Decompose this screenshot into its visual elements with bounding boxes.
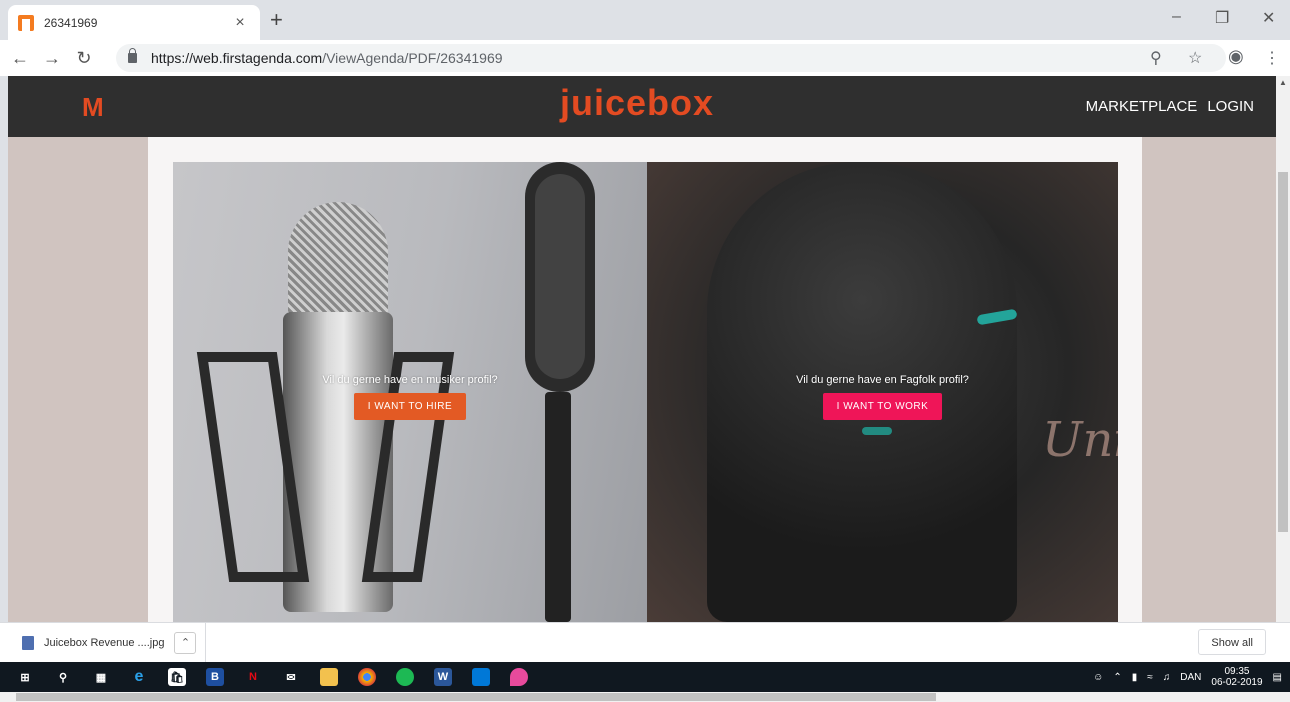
url-path: /ViewAgenda/PDF/26341969: [322, 50, 503, 66]
volume-icon[interactable]: ♫: [1163, 672, 1171, 683]
wifi-icon[interactable]: ≈: [1147, 672, 1153, 683]
web-page: M juicebox MARKETPLACE LOGIN Vil du gern…: [8, 76, 1276, 622]
browser-tab[interactable]: 26341969 ×: [8, 5, 260, 40]
forward-icon[interactable]: →: [40, 48, 64, 69]
nav-links: MARKETPLACE LOGIN: [1086, 98, 1254, 115]
clock-time: 09:35: [1224, 666, 1250, 677]
work-panel: Uni Vil du gerne have en Fagfolk profil?…: [647, 162, 1118, 622]
reload-icon[interactable]: ↻: [72, 48, 96, 69]
word-icon[interactable]: W: [434, 668, 452, 686]
download-item[interactable]: Juicebox Revenue ....jpg ⌃: [22, 632, 197, 654]
app-icon[interactable]: [472, 668, 490, 686]
scroll-up-icon[interactable]: ▲: [1279, 78, 1287, 87]
file-explorer-icon[interactable]: [320, 668, 338, 686]
spotify-icon[interactable]: [396, 668, 414, 686]
netflix-icon[interactable]: N: [244, 668, 262, 686]
battery-icon[interactable]: ▮: [1132, 672, 1138, 683]
language-indicator[interactable]: DAN: [1180, 672, 1201, 683]
windows-start-icon[interactable]: ⊞: [16, 668, 34, 686]
browser-toolbar: ← → ↻ https://web.firstagenda.com/ViewAg…: [0, 40, 1290, 76]
edge-icon[interactable]: e: [130, 668, 148, 686]
divider: [205, 623, 206, 663]
horizontal-scrollbar[interactable]: [0, 692, 1290, 702]
booking-icon[interactable]: B: [206, 668, 224, 686]
scrollbar-thumb[interactable]: [1278, 172, 1288, 532]
site-navbar: M juicebox MARKETPLACE LOGIN: [8, 76, 1276, 137]
search-icon[interactable]: ⚲: [54, 668, 72, 686]
pop-filter-inner: [535, 174, 585, 379]
task-view-icon[interactable]: ▦: [92, 668, 110, 686]
brand-logo[interactable]: juicebox: [560, 82, 714, 124]
background-neon-sign: Uni: [1042, 412, 1118, 468]
address-bar[interactable]: https://web.firstagenda.com/ViewAgenda/P…: [116, 44, 1226, 72]
chevron-up-tray-icon[interactable]: ⌃: [1113, 672, 1121, 683]
tab-strip: 26341969 × + – ❐ ✕: [0, 0, 1290, 40]
url-host: https://web.firstagenda.com: [151, 50, 323, 66]
favicon-icon: [18, 14, 34, 31]
download-file-name[interactable]: Juicebox Revenue ....jpg: [44, 637, 164, 649]
maps-icon[interactable]: [510, 668, 528, 686]
zoom-icon[interactable]: ⚲: [1150, 48, 1162, 68]
menu-icon[interactable]: ⋮: [1264, 48, 1280, 68]
hire-button[interactable]: I WANT TO HIRE: [353, 393, 467, 420]
mic-arm-image: [545, 392, 571, 622]
people-icon[interactable]: ☺: [1093, 672, 1103, 683]
work-cta: Vil du gerne have en Fagfolk profil? I W…: [647, 374, 1118, 420]
url-text: https://web.firstagenda.com/ViewAgenda/P…: [151, 50, 503, 66]
window-close-icon[interactable]: ✕: [1262, 8, 1275, 28]
chrome-icon[interactable]: [358, 668, 376, 686]
back-icon[interactable]: ←: [8, 48, 32, 69]
hire-prompt: Vil du gerne have en musiker profil?: [322, 374, 498, 386]
scrollbar-thumb[interactable]: [16, 693, 936, 701]
bookmark-star-icon[interactable]: ☆: [1188, 48, 1202, 68]
notification-icon[interactable]: ▤: [1273, 672, 1282, 683]
hero-container: Vil du gerne have en musiker profil? I W…: [148, 137, 1142, 622]
hire-cta: Vil du gerne have en musiker profil? I W…: [173, 374, 647, 420]
store-icon[interactable]: 🛍: [168, 668, 186, 686]
mail-icon[interactable]: ✉: [282, 668, 300, 686]
restore-icon[interactable]: ❐: [1215, 8, 1229, 28]
minimize-icon[interactable]: –: [1172, 8, 1181, 26]
lock-icon: [128, 48, 137, 63]
clock-date: 06-02-2019: [1211, 677, 1263, 688]
vertical-scrollbar[interactable]: ▲: [1276, 76, 1290, 622]
download-bar: Juicebox Revenue ....jpg ⌃ Show all: [0, 622, 1290, 663]
tab-title: 26341969: [44, 15, 98, 30]
light-streak: [862, 427, 892, 435]
clock[interactable]: 09:35 06-02-2019: [1211, 666, 1262, 688]
file-icon: [22, 636, 34, 650]
windows-taskbar: ⊞ ⚲ ▦ e 🛍 B N ✉ W ☺ ⌃ ▮ ≈ ♫ DAN 09:35 06…: [0, 662, 1290, 692]
show-all-button[interactable]: Show all: [1198, 629, 1266, 655]
tab-close-icon[interactable]: ×: [230, 14, 250, 32]
work-prompt: Vil du gerne have en Fagfolk profil?: [796, 374, 969, 386]
nav-marketplace-link[interactable]: MARKETPLACE: [1086, 98, 1198, 115]
work-button[interactable]: I WANT TO WORK: [822, 393, 943, 420]
system-tray: ☺ ⌃ ▮ ≈ ♫ DAN 09:35 06-02-2019 ▤: [1093, 662, 1282, 692]
juicebox-logo-icon[interactable]: M: [82, 92, 104, 123]
nav-login-link[interactable]: LOGIN: [1207, 98, 1254, 115]
chevron-up-icon[interactable]: ⌃: [174, 632, 197, 654]
hire-panel: Vil du gerne have en musiker profil? I W…: [173, 162, 647, 622]
profile-icon[interactable]: ◉: [1228, 46, 1244, 67]
new-tab-button[interactable]: +: [270, 9, 283, 31]
